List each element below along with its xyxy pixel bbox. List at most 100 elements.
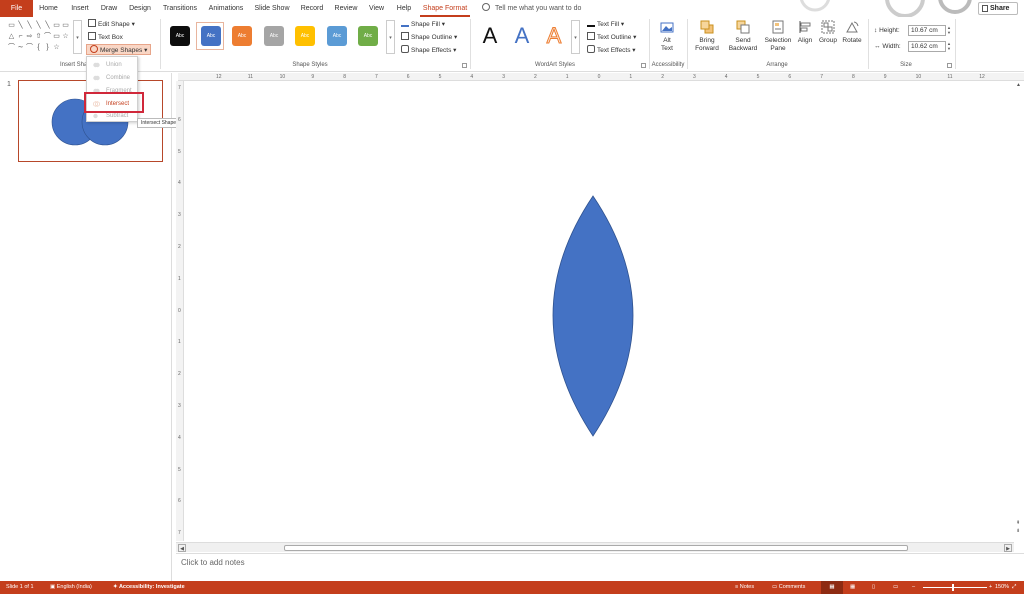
tab-review[interactable]: Review bbox=[331, 0, 361, 17]
wordart-style-orange[interactable]: A bbox=[542, 22, 566, 50]
fit-to-window-button[interactable]: ⤢ bbox=[1012, 581, 1016, 594]
tab-transitions[interactable]: Transitions bbox=[160, 0, 200, 17]
tab-help[interactable]: Help bbox=[392, 0, 416, 17]
arrow-shape-icon[interactable]: ⇧ bbox=[35, 33, 42, 40]
zoom-slider-track[interactable] bbox=[923, 587, 987, 588]
prev-slide-icon[interactable]: ⇞ bbox=[1016, 520, 1020, 526]
align-button[interactable]: Align bbox=[794, 20, 816, 45]
scroll-right-arrow-icon[interactable]: ▶ bbox=[1004, 544, 1012, 552]
horizontal-scrollbar[interactable]: ◀ ▶ bbox=[176, 542, 1014, 552]
tab-home[interactable]: Home bbox=[36, 0, 61, 17]
bring-forward-button[interactable]: Bring Forward bbox=[691, 20, 723, 53]
wordart-launcher[interactable] bbox=[641, 63, 646, 68]
merge-shapes-button[interactable]: Merge Shapes ▾ bbox=[86, 44, 152, 55]
tell-me-search[interactable]: Tell me what you want to do bbox=[482, 0, 581, 17]
zoom-in-button[interactable]: + bbox=[989, 581, 992, 594]
style-swatch-1[interactable]: Abc bbox=[170, 26, 190, 46]
star-shape-icon[interactable]: ☆ bbox=[62, 33, 69, 40]
zoom-out-button[interactable]: – bbox=[912, 581, 915, 594]
rectangle-shape-icon[interactable]: ▭ bbox=[53, 22, 60, 29]
shapes-gallery-more-button[interactable]: ▾ bbox=[73, 20, 82, 54]
comments-toggle[interactable]: ▭ Comments bbox=[772, 581, 805, 594]
arrow-shape-icon[interactable]: ⇨ bbox=[26, 33, 33, 40]
tab-slide-show[interactable]: Slide Show bbox=[251, 0, 293, 17]
tab-animations[interactable]: Animations bbox=[205, 0, 247, 17]
intersected-lens-shape[interactable] bbox=[552, 195, 634, 437]
slideshow-view-button[interactable]: ▭ bbox=[893, 581, 898, 594]
width-input[interactable]: 10.62 cm bbox=[908, 41, 946, 52]
line-shape-icon[interactable]: ╲ bbox=[44, 22, 51, 29]
curve-shape-icon[interactable]: ⌒ bbox=[26, 44, 33, 51]
style-swatch-4[interactable]: Abc bbox=[264, 26, 284, 46]
vertical-scrollbar[interactable]: ▲ ⇞ ⇟ bbox=[1014, 82, 1024, 540]
reading-view-button[interactable]: ▯ bbox=[872, 581, 875, 594]
line-shape-icon[interactable]: ╲ bbox=[35, 22, 42, 29]
star-shape-icon[interactable]: ☆ bbox=[53, 44, 60, 51]
wordart-more-button[interactable]: ▾ bbox=[571, 20, 580, 54]
menu-item-union[interactable]: Union bbox=[87, 59, 139, 71]
tab-view[interactable]: View bbox=[365, 0, 388, 17]
zoom-level[interactable]: 150% bbox=[995, 581, 1009, 594]
style-swatch-3[interactable]: Abc bbox=[232, 26, 252, 46]
normal-view-button[interactable]: ▦ bbox=[821, 581, 843, 594]
shape-styles-more-button[interactable]: ▾ bbox=[386, 20, 395, 54]
alt-text-button[interactable]: Alt Text bbox=[655, 20, 679, 53]
height-spinner[interactable]: ▲ ▼ bbox=[947, 25, 953, 36]
height-input[interactable]: 10.67 cm bbox=[908, 25, 946, 36]
scroll-left-arrow-icon[interactable]: ◀ bbox=[178, 544, 186, 552]
ruler-tick-label: 3 bbox=[178, 403, 181, 409]
rectangle-shape-icon[interactable]: ▭ bbox=[62, 22, 69, 29]
slide-canvas[interactable] bbox=[185, 82, 1013, 540]
tab-insert[interactable]: Insert bbox=[66, 0, 94, 17]
text-box-button[interactable]: Text Box bbox=[88, 32, 123, 43]
share-button[interactable]: Share bbox=[978, 2, 1018, 15]
next-slide-icon[interactable]: ⇟ bbox=[1016, 528, 1020, 534]
triangle-shape-icon[interactable]: △ bbox=[8, 33, 15, 40]
send-backward-button[interactable]: Send Backward bbox=[725, 20, 761, 53]
curve-shape-icon[interactable]: ⌒ bbox=[44, 33, 51, 40]
scroll-up-arrow-icon[interactable]: ▲ bbox=[1016, 82, 1021, 88]
rotate-button[interactable]: Rotate bbox=[840, 20, 864, 45]
shape-styles-launcher[interactable] bbox=[462, 63, 467, 68]
selection-pane-button[interactable]: Selection Pane bbox=[763, 20, 793, 53]
line-shape-icon[interactable]: ╲ bbox=[26, 22, 33, 29]
line-shape-icon[interactable]: ╲ bbox=[17, 22, 24, 29]
text-effects-button[interactable]: Text Effects ▾ bbox=[587, 45, 636, 56]
tab-design[interactable]: Design bbox=[124, 0, 156, 17]
group-button[interactable]: Group bbox=[817, 20, 839, 45]
curve-shape-icon[interactable]: ⌒ bbox=[8, 44, 15, 51]
brace-shape-icon[interactable]: } bbox=[44, 44, 51, 51]
shape-outline-button[interactable]: Shape Outline ▾ bbox=[401, 32, 457, 43]
tab-draw[interactable]: Draw bbox=[98, 0, 120, 17]
rectangle-shape-icon[interactable]: ▭ bbox=[8, 22, 15, 29]
line-shape-icon[interactable]: ⌐ bbox=[17, 33, 24, 40]
text-outline-button[interactable]: Text Outline ▾ bbox=[587, 32, 636, 43]
slide-sorter-view-button[interactable]: ▦ bbox=[850, 581, 855, 594]
shape-fill-button[interactable]: Shape Fill ▾ bbox=[401, 19, 445, 30]
text-fill-button[interactable]: Text Fill ▾ bbox=[587, 19, 624, 30]
zoom-slider-thumb[interactable] bbox=[952, 584, 955, 591]
menu-item-combine[interactable]: Combine bbox=[87, 72, 139, 84]
language-indicator[interactable]: ▣ English (India) bbox=[50, 581, 92, 594]
shape-effects-button[interactable]: Shape Effects ▾ bbox=[401, 45, 456, 56]
style-swatch-5[interactable]: Abc bbox=[295, 26, 315, 46]
horizontal-scroll-thumb[interactable] bbox=[284, 545, 908, 551]
tab-shape-format[interactable]: Shape Format bbox=[420, 0, 470, 17]
width-spinner[interactable]: ▲ ▼ bbox=[947, 41, 953, 52]
tab-record[interactable]: Record bbox=[297, 0, 327, 17]
style-swatch-7[interactable]: Abc bbox=[358, 26, 378, 46]
notes-icon: ≡ bbox=[735, 584, 739, 590]
style-swatch-2[interactable]: Abc bbox=[201, 26, 221, 46]
notes-pane[interactable]: Click to add notes bbox=[176, 553, 1024, 581]
accessibility-checker[interactable]: ✦ Accessibility: Investigate bbox=[113, 581, 185, 594]
brace-shape-icon[interactable]: { bbox=[35, 44, 42, 51]
curve-shape-icon[interactable]: ∼ bbox=[17, 44, 24, 51]
tab-file[interactable]: File bbox=[0, 0, 33, 17]
size-launcher[interactable] bbox=[947, 63, 952, 68]
wordart-style-blue[interactable]: A bbox=[510, 22, 534, 50]
style-swatch-6[interactable]: Abc bbox=[327, 26, 347, 46]
rectangle-shape-icon[interactable]: ▭ bbox=[53, 33, 60, 40]
edit-shape-button[interactable]: Edit Shape ▾ bbox=[88, 19, 135, 30]
notes-toggle[interactable]: ≡ Notes bbox=[735, 581, 754, 594]
wordart-style-black[interactable]: A bbox=[478, 22, 502, 50]
